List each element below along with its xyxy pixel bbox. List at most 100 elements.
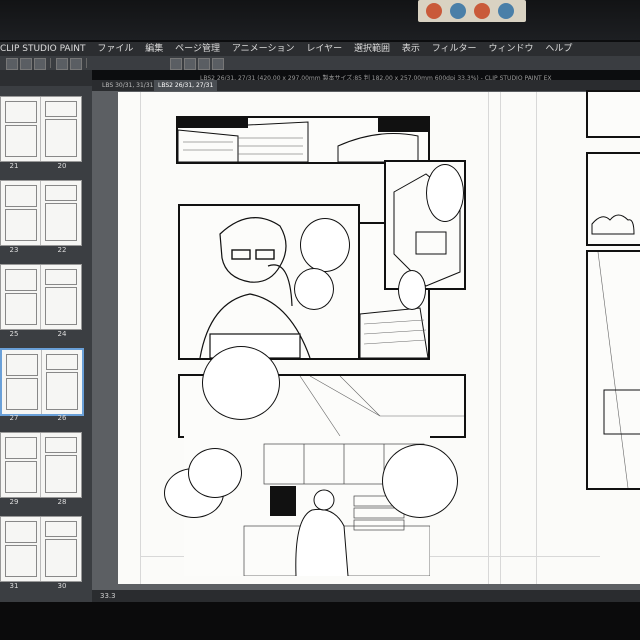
page-number-right: 30 <box>57 582 67 590</box>
thumbnail-panel <box>5 269 37 291</box>
open-file-icon[interactable] <box>20 58 32 70</box>
panel-right-top[interactable] <box>586 90 640 138</box>
guide-line <box>536 92 537 584</box>
tab-lbs2-26-27[interactable]: LBS2 26/31, 27/31 <box>154 80 218 91</box>
thumbnail-panel <box>45 437 77 453</box>
thumbnail-panel <box>6 354 38 376</box>
toolbar-divider <box>50 58 51 68</box>
thumbnail-panel <box>45 521 77 537</box>
speech-balloon[interactable] <box>202 346 280 420</box>
thumbnail-panel <box>45 539 77 577</box>
page-thumbnail[interactable] <box>0 96 82 162</box>
thumbnail-panel <box>5 437 37 459</box>
thumbnail-panel <box>45 287 77 325</box>
undo-icon[interactable] <box>56 58 68 70</box>
page-number-right: 20 <box>57 162 67 170</box>
spread-gutter <box>40 97 41 161</box>
page-number-right: 24 <box>57 330 67 338</box>
toolbar-divider <box>86 58 87 68</box>
thumbnail-panel <box>46 354 78 370</box>
page-thumbnail[interactable] <box>0 348 84 416</box>
thumbnail-panel <box>45 455 77 493</box>
zoom-level[interactable]: 33.3 <box>100 592 116 600</box>
thumbnail-panel <box>46 372 78 410</box>
save-icon[interactable] <box>34 58 46 70</box>
page-number-right: 26 <box>57 414 67 422</box>
page-thumbnail[interactable] <box>0 432 82 498</box>
panel-right-middle[interactable] <box>586 152 640 246</box>
status-bar: 33.3 <box>92 590 640 602</box>
thumbnail-panel <box>5 521 37 543</box>
page-number-left: 23 <box>9 246 19 254</box>
speech-balloon[interactable] <box>300 218 350 272</box>
page-thumbnail[interactable] <box>0 180 82 246</box>
menu-app-name[interactable]: CLIP STUDIO PAINT <box>0 44 85 54</box>
menu-window[interactable]: ウィンドウ <box>488 44 533 54</box>
guide-line <box>500 92 501 584</box>
menu-file[interactable]: ファイル <box>97 44 133 54</box>
page-number-left: 31 <box>9 582 19 590</box>
page-thumbnail[interactable] <box>0 264 82 330</box>
right-panel-lines <box>597 252 640 488</box>
thumbnail-panel <box>5 101 37 123</box>
menu-view[interactable]: 表示 <box>402 44 420 54</box>
menu-edit[interactable]: 編集 <box>145 44 163 54</box>
tab-lbs-30-31[interactable]: LBS 30/31, 31/31 <box>98 80 157 91</box>
menu-selection[interactable]: 選択範囲 <box>354 44 390 54</box>
monitor-bezel-bottom <box>0 602 640 640</box>
menu-filter[interactable]: フィルター <box>432 44 477 54</box>
page-thumbnail[interactable] <box>0 516 82 582</box>
thumbnail-panel <box>5 545 37 577</box>
new-file-icon[interactable] <box>6 58 18 70</box>
spread-gutter <box>41 350 42 414</box>
snap-icon[interactable] <box>212 58 224 70</box>
thumbnail-panel <box>5 209 37 241</box>
menu-page-management[interactable]: ページ管理 <box>175 44 220 54</box>
speech-balloon[interactable] <box>294 268 334 310</box>
speech-balloon[interactable] <box>398 270 426 310</box>
thumbnail-panel <box>45 119 77 157</box>
speech-balloon[interactable] <box>382 444 458 518</box>
page-number-left: 29 <box>9 498 19 506</box>
thumbnail-panel <box>45 101 77 117</box>
speech-balloon[interactable] <box>426 164 464 222</box>
spread-gutter <box>40 265 41 329</box>
foliage-drawing <box>591 214 635 235</box>
clear-icon[interactable] <box>170 58 182 70</box>
thumbnail-panel <box>45 203 77 241</box>
manga-page-spread[interactable] <box>118 90 640 584</box>
document-tabs: LBS 30/31, 31/31 LBS2 26/31, 27/31 <box>92 80 640 91</box>
thumbnail-panel <box>5 293 37 325</box>
thumbnail-panel <box>5 461 37 493</box>
page-number-left: 25 <box>9 330 19 338</box>
menu-layer[interactable]: レイヤー <box>306 44 342 54</box>
menu-help[interactable]: ヘルプ <box>545 44 572 54</box>
menu-bar: CLIP STUDIO PAINT ファイル 編集 ページ管理 アニメーション … <box>0 42 640 56</box>
page-manager-header <box>0 70 92 86</box>
thumbnail-panel <box>45 185 77 201</box>
transform-icon[interactable] <box>198 58 210 70</box>
speech-balloon[interactable] <box>188 448 242 498</box>
page-number-right: 22 <box>57 246 67 254</box>
panel-right-tall[interactable] <box>586 250 640 490</box>
page-number-left: 27 <box>9 414 19 422</box>
guide-line <box>488 92 489 584</box>
guide-line <box>140 92 141 584</box>
fill-icon[interactable] <box>184 58 196 70</box>
thumbnail-panel <box>45 269 77 285</box>
thumbnail-panel <box>6 378 38 410</box>
panel-buildings[interactable] <box>176 116 430 164</box>
spread-gutter <box>40 517 41 581</box>
thumbnail-panel <box>5 125 37 157</box>
spread-gutter <box>40 433 41 497</box>
page-number-right: 28 <box>57 498 67 506</box>
monitor-bezel <box>0 0 640 40</box>
page-number-left: 21 <box>9 162 19 170</box>
decorative-sticker <box>418 0 526 22</box>
spread-gutter <box>40 181 41 245</box>
command-bar <box>0 56 640 70</box>
menu-animation[interactable]: アニメーション <box>232 44 295 54</box>
building-drawing <box>178 118 428 162</box>
redo-icon[interactable] <box>70 58 82 70</box>
thumbnail-panel <box>5 185 37 207</box>
